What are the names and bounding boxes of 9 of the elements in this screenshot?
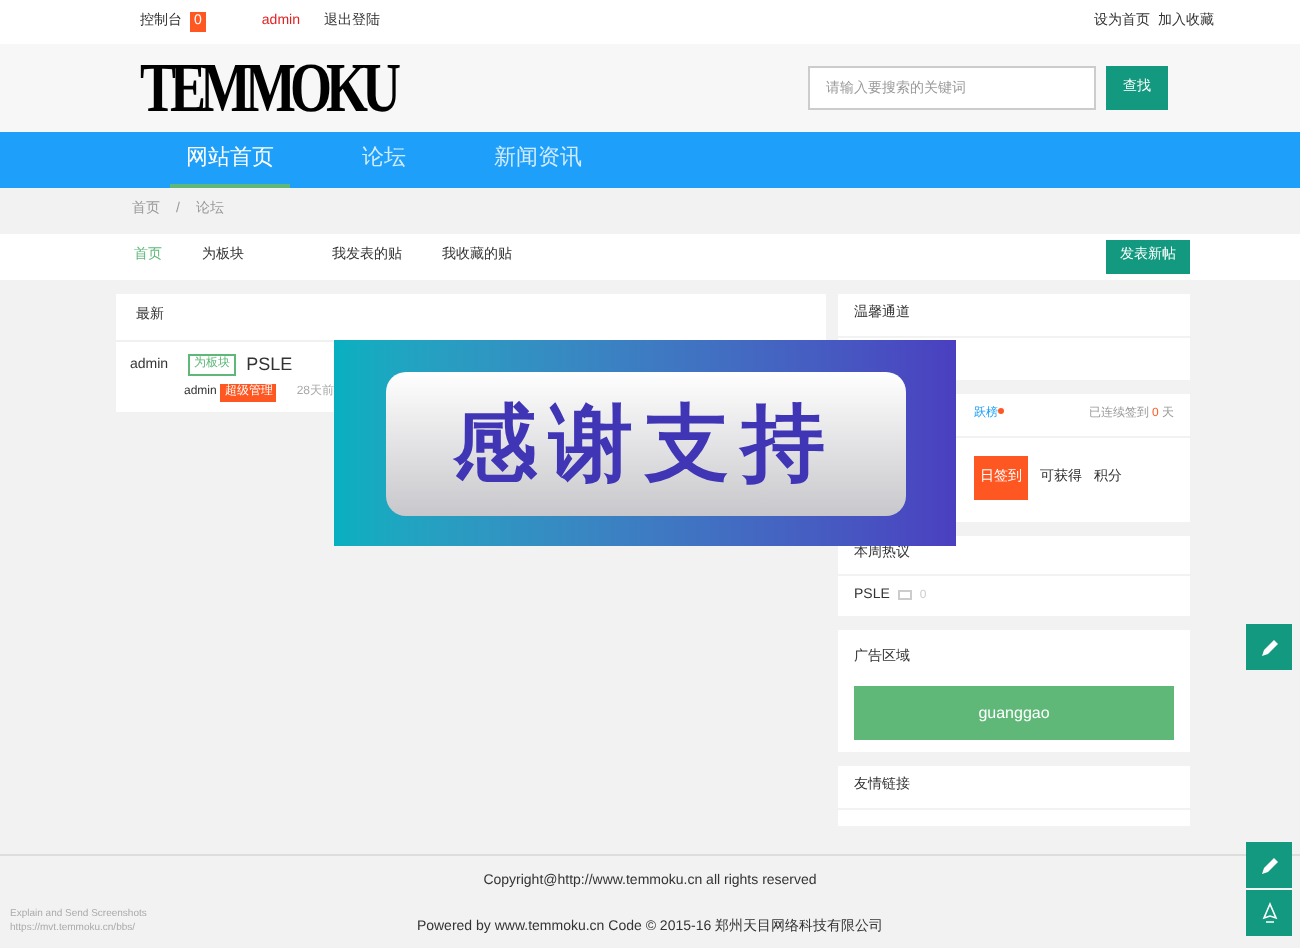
pencil-icon	[1259, 855, 1279, 875]
back-to-top-button[interactable]	[1246, 890, 1292, 936]
edit-button[interactable]	[1246, 842, 1292, 888]
pencil-icon	[1259, 637, 1279, 657]
edit-button[interactable]	[1246, 624, 1292, 670]
comment-icon	[897, 590, 912, 602]
post-title[interactable]: PSLE	[246, 352, 293, 379]
rocket-icon	[1259, 901, 1279, 925]
thanks-text: 感谢支持	[385, 371, 905, 515]
